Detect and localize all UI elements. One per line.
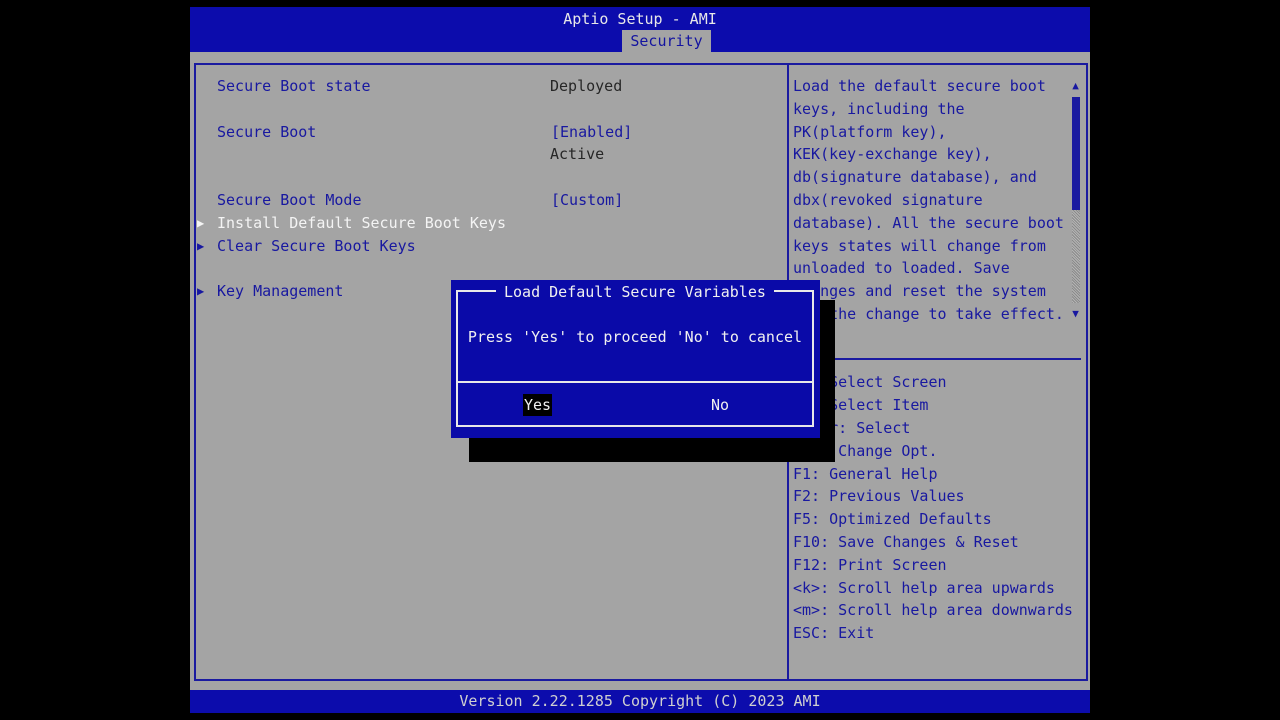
help-line: Load the default secure boot [793,77,1046,95]
key-help-line: <k>: Scroll help area upwards [793,578,1055,597]
key-help-line: F2: Previous Values [793,487,965,506]
menu-key-management[interactable]: Key Management [217,280,343,303]
scroll-down-icon[interactable]: ▼ [1070,303,1081,326]
help-line: KEK(key-exchange key), [793,145,992,164]
dialog-shadow [469,438,835,462]
tab-security[interactable]: Security [622,30,711,52]
help-line: keys, including the [793,99,965,118]
app-title: Aptio Setup - AMI [563,10,717,28]
help-line: db(signature database), and [793,168,1037,187]
dialog-separator [456,381,814,383]
dialog-title: Load Default Secure Variables [496,281,774,303]
dialog-border [456,290,814,427]
no-button[interactable]: No [711,394,729,416]
setting-secure-boot-state-label: Secure Boot state [217,77,371,95]
help-line: PK(platform key), [793,122,947,141]
footer-version: Version 2.22.1285 Copyright (C) 2023 AMI [190,690,1090,713]
submenu-arrow-icon: ▶ [197,215,205,230]
help-scrollbar-thumb[interactable] [1072,97,1080,210]
menu-install-default-secure-boot-keys[interactable]: Install Default Secure Boot Keys [217,212,506,235]
setting-secure-boot-state-value: Deployed [550,77,623,95]
setting-secure-boot-status: Active [550,145,605,164]
help-line: database). All the secure boot [793,213,1064,232]
menu-clear-secure-boot-keys[interactable]: Clear Secure Boot Keys [217,235,416,258]
setting-secure-boot-value[interactable]: [Enabled] [551,121,632,144]
key-help-line: F5: Optimized Defaults [793,510,992,529]
help-line: keys states will change from [793,236,1046,255]
help-line: unloaded to loaded. Save [793,259,1010,278]
key-help-line: <m>: Scroll help area downwards [793,601,1073,620]
help-line: dbx(revoked signature [793,191,983,209]
key-help-line: F12: Print Screen [793,555,947,574]
submenu-arrow-icon: ▶ [197,284,205,299]
setting-secure-boot-mode-value[interactable]: [Custom] [551,189,623,212]
key-help-line: F1: General Help [793,464,938,483]
scroll-up-icon[interactable]: ▲ [1070,75,1081,98]
key-help-line: ESC: Exit [793,624,875,643]
submenu-arrow-icon: ▶ [197,238,205,253]
dialog-message: Press 'Yes' to proceed 'No' to cancel [467,328,803,346]
yes-button[interactable]: Yes [523,394,553,416]
setting-secure-boot-mode-label[interactable]: Secure Boot Mode [217,189,362,212]
key-help-line: F10: Save Changes & Reset [793,533,1019,551]
setting-secure-boot-label[interactable]: Secure Boot [217,121,316,144]
